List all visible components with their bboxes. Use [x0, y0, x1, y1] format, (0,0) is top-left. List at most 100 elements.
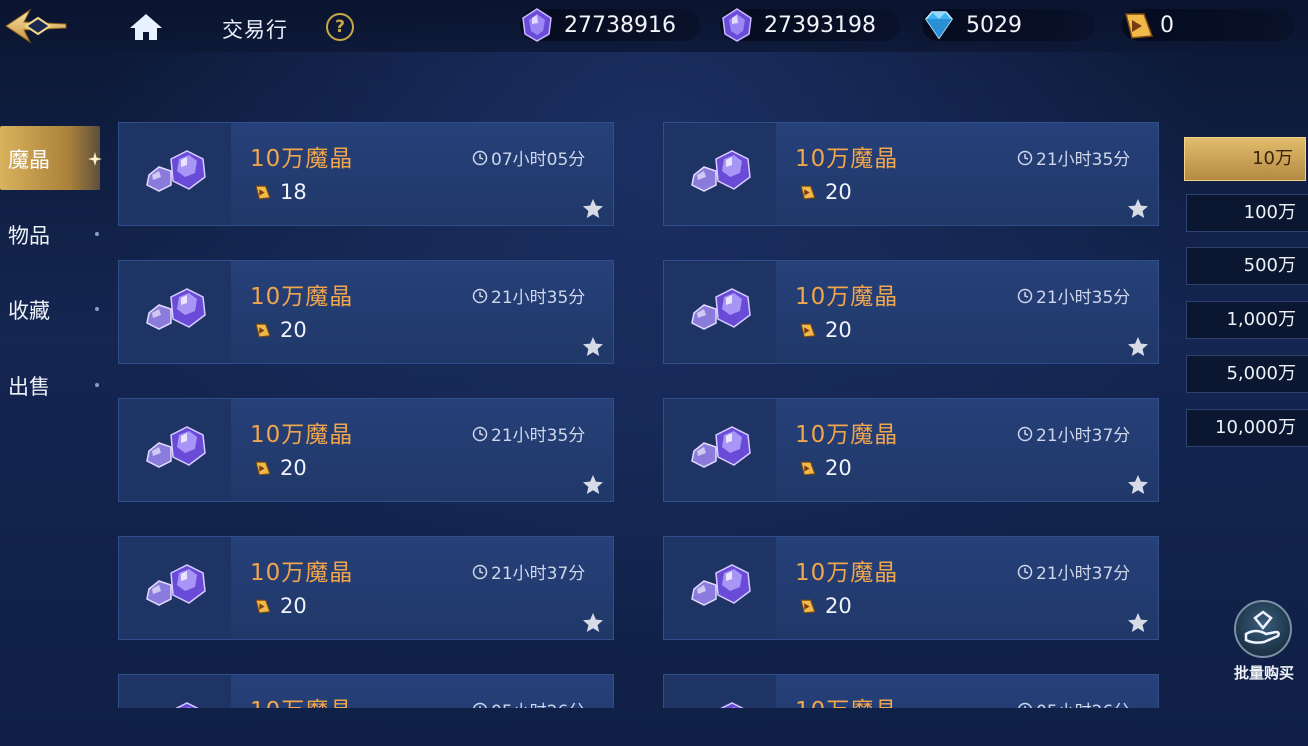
item-thumbnail: [664, 399, 776, 501]
item-price: 20: [798, 594, 852, 618]
bulk-buy-label: 批量购买: [1233, 664, 1294, 682]
clock-icon: [472, 150, 488, 165]
clock-icon: [472, 702, 488, 708]
favorite-star-icon[interactable]: [1126, 473, 1150, 497]
clock-icon: [1017, 426, 1033, 441]
clock-icon: [472, 426, 488, 441]
purple-crystal-pile-icon: [175, 702, 199, 708]
item-price: 20: [798, 318, 852, 342]
currency-crystal-2: 27393198: [720, 8, 900, 42]
gold-ticket-icon: [255, 185, 271, 200]
price-value: 20: [280, 456, 307, 480]
nav-dot: [95, 232, 99, 236]
filter-10000wan[interactable]: 10,000万: [1186, 409, 1308, 447]
gold-ticket-icon: [255, 599, 271, 614]
favorite-star-icon[interactable]: [581, 197, 605, 221]
gold-ticket-icon: [800, 599, 816, 614]
sparkle-icon: [88, 152, 102, 166]
time-text: 05小时26分: [491, 697, 585, 708]
listing-card[interactable]: 10万魔晶 21小时37分 20: [663, 536, 1159, 640]
currency-value: 27393198: [764, 13, 876, 38]
time-remaining: 21小时37分: [472, 559, 585, 584]
filter-100wan[interactable]: 100万: [1186, 194, 1308, 232]
price-value: 20: [825, 594, 852, 618]
clock-icon: [1017, 150, 1033, 165]
item-name: 10万魔晶: [250, 691, 353, 708]
sidebar-item-crystal[interactable]: 魔晶: [0, 126, 102, 190]
item-thumbnail: [664, 261, 776, 363]
item-name: 10万魔晶: [795, 560, 899, 586]
filter-1000wan[interactable]: 1,000万: [1186, 301, 1308, 339]
purple-crystal-pile-icon: [691, 426, 751, 468]
item-name: 10万魔晶: [795, 422, 899, 448]
favorite-star-icon[interactable]: [581, 335, 605, 359]
filter-500wan[interactable]: 500万: [1186, 247, 1308, 285]
time-text: 21小时35分: [491, 288, 586, 308]
bulk-buy-icon-circle: [1234, 600, 1292, 658]
help-button[interactable]: ?: [326, 13, 354, 41]
price-value: 20: [280, 594, 307, 618]
blue-diamond-icon: [925, 11, 953, 40]
purple-crystal-icon: [722, 8, 752, 42]
purple-crystal-pile-icon: [691, 288, 751, 330]
favorite-star-icon[interactable]: [1126, 335, 1150, 359]
gold-ticket-icon: [800, 323, 816, 338]
favorite-star-icon[interactable]: [1126, 197, 1150, 221]
gold-ticket-icon: [1125, 13, 1154, 39]
back-button[interactable]: [0, 4, 72, 48]
gold-ticket-icon: [255, 323, 271, 338]
favorite-star-icon[interactable]: [581, 473, 605, 497]
nav-dot: [95, 307, 99, 311]
price-value: 20: [825, 456, 852, 480]
clock-icon: [1017, 288, 1033, 303]
price-value: 20: [825, 318, 852, 342]
time-remaining: 05小时26分: [472, 697, 585, 708]
item-thumbnail: [119, 261, 231, 363]
listing-grid[interactable]: 10万魔晶 07小时05分 18 10万魔晶 21小时35分 20 10万魔晶 …: [118, 110, 1168, 708]
clock-icon: [472, 288, 488, 303]
filter-5000wan[interactable]: 5,000万: [1186, 355, 1308, 393]
listing-card[interactable]: 10万魔晶 21小时37分 20: [118, 536, 614, 640]
item-price: 20: [798, 456, 852, 480]
sidebar-item-items[interactable]: 物品: [0, 215, 100, 251]
sidebar-item-sell[interactable]: 出售: [0, 366, 100, 402]
currency-ticket: 0: [1122, 9, 1294, 41]
listing-card[interactable]: 10万魔晶 21小时37分 20: [663, 398, 1159, 502]
gold-ticket-icon: [800, 185, 816, 200]
purple-crystal-pile-icon: [720, 702, 744, 708]
item-thumbnail: [119, 123, 231, 225]
listing-card[interactable]: 10万魔晶 21小时35分 20: [118, 260, 614, 364]
listing-card[interactable]: 10万魔晶 07小时05分 18: [118, 122, 614, 226]
item-price: 20: [253, 456, 307, 480]
filter-10wan[interactable]: 10万: [1184, 137, 1306, 181]
listing-card[interactable]: 10万魔晶 21小时35分 20: [118, 398, 614, 502]
purple-crystal-pile-icon: [691, 150, 751, 192]
listing-card[interactable]: 10万魔晶 21小时35分 20: [663, 260, 1159, 364]
sidebar-item-favorites[interactable]: 收藏: [0, 290, 100, 326]
purple-crystal-pile-icon: [691, 564, 751, 606]
bulk-buy-button[interactable]: 批量购买: [1224, 600, 1304, 690]
currency-crystal-1: 27738916: [520, 8, 700, 42]
top-bar: 交易行 ? 27738916 27393198 5029 0: [0, 0, 1308, 52]
time-text: 05小时26分: [1036, 697, 1130, 708]
purple-crystal-icon: [522, 8, 552, 42]
sidebar-item-label: 物品: [8, 224, 50, 248]
item-thumbnail: [119, 399, 231, 501]
time-text: 21小时35分: [491, 426, 586, 446]
time-remaining: 21小时35分: [472, 283, 585, 308]
listing-card[interactable]: 10万魔晶 21小时35分 20: [663, 122, 1159, 226]
item-name: 10万魔晶: [795, 284, 899, 310]
nav-dot: [95, 383, 99, 387]
price-value: 20: [825, 180, 852, 204]
item-price: 20: [253, 318, 307, 342]
item-price: 20: [798, 180, 852, 204]
favorite-star-icon[interactable]: [581, 611, 605, 635]
currency-value: 0: [1160, 13, 1174, 38]
item-name: 10万魔晶: [795, 691, 898, 708]
sidebar-item-label: 收藏: [8, 299, 50, 323]
listing-card[interactable]: 10万魔晶 05小时26分: [118, 674, 614, 708]
listing-card[interactable]: 10万魔晶 05小时26分: [663, 674, 1159, 708]
home-button[interactable]: [128, 12, 164, 42]
favorite-star-icon[interactable]: [1126, 611, 1150, 635]
currency-diamond: 5029: [922, 9, 1094, 41]
